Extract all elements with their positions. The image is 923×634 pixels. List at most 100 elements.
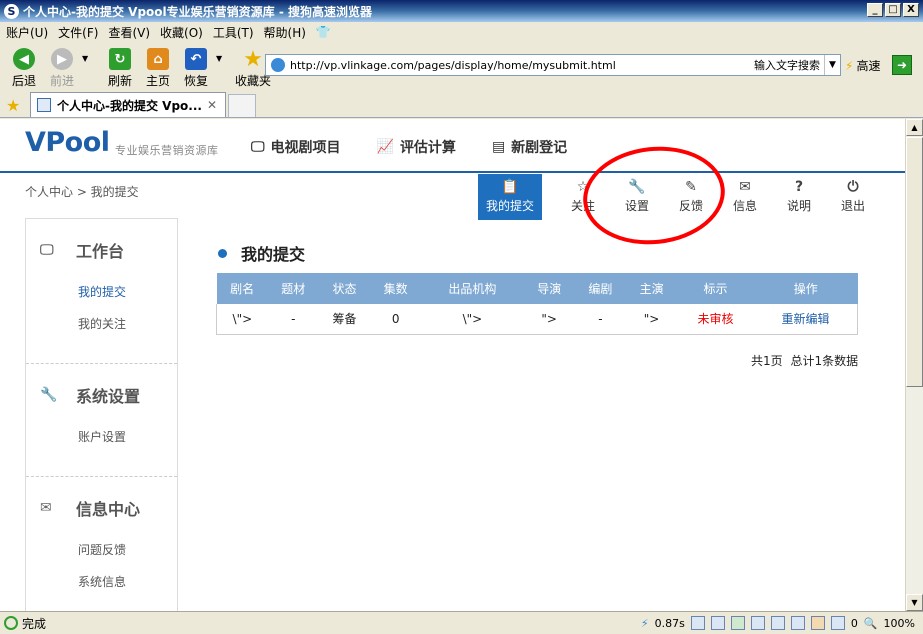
col-header: 出品机构 — [421, 273, 524, 304]
sidebar-group-info: ✉ 信息中心 问题反馈 系统信息 — [26, 477, 177, 611]
star-icon: ★ — [243, 46, 263, 72]
blocked-count: 0 — [850, 616, 858, 630]
status-text: 完成 — [22, 616, 47, 631]
nav-evaluation[interactable]: 📈 评估计算 — [377, 137, 456, 157]
menu-favorites[interactable]: 收藏(O) — [160, 24, 203, 41]
site-logo[interactable]: VPool — [25, 127, 110, 158]
sidebar-item-system-info[interactable]: 系统信息 — [26, 571, 177, 603]
go-button[interactable]: ➜ — [892, 55, 912, 75]
monitor-icon: 🖵 — [251, 139, 265, 155]
cell-genre: - — [267, 304, 319, 335]
edit-icon[interactable] — [690, 616, 705, 630]
user-tab-mysubmit[interactable]: 📋 我的提交 — [478, 174, 542, 220]
window-icon[interactable] — [790, 616, 805, 630]
sidebar-item-mysubmit[interactable]: 我的提交 — [26, 281, 177, 313]
skin-icon[interactable]: 👕 — [316, 25, 331, 39]
home-button[interactable]: ⌂ 主页 — [140, 42, 176, 89]
form-icon: ▤ — [491, 139, 506, 155]
favorites-star-icon[interactable]: ★ — [6, 95, 26, 117]
cell-status: 筹备 — [318, 304, 371, 335]
scroll-thumb[interactable] — [906, 137, 923, 387]
menu-account[interactable]: 账户(U) — [6, 24, 48, 41]
web-page: VPool 专业娱乐营销资源库 🖵 电视剧项目 📈 评估计算 ▤ 新剧登记 个人中心 … — [0, 119, 905, 611]
col-header: 主演 — [625, 273, 678, 304]
undo-icon: ↶ — [185, 48, 207, 70]
screenshot-icon[interactable] — [770, 616, 785, 630]
status-bar: 完成 ⚡ 0.87s 0 🔍 100% — [0, 611, 923, 634]
bullet-dot — [218, 248, 227, 258]
sidebar-item-feedback[interactable]: 问题反馈 — [26, 539, 177, 571]
shield-icon[interactable] — [830, 616, 845, 630]
zoom-icon[interactable]: 🔍 — [864, 617, 878, 630]
back-arrow-icon: ◀ — [13, 48, 35, 70]
submissions-table: 剧名 题材 状态 集数 出品机构 导演 编剧 主演 标示 操作 \"> - 筹备… — [215, 273, 858, 335]
wrench-icon: 🔧 — [40, 387, 58, 403]
eye-icon[interactable] — [810, 616, 825, 630]
site-slogan: 专业娱乐营销资源库 — [115, 144, 219, 157]
forward-button[interactable]: ▶ 前进 — [44, 42, 80, 89]
cell-writer: - — [574, 304, 626, 335]
new-tab-button[interactable] — [228, 94, 256, 117]
user-tab-logout[interactable]: ⏻ 退出 — [826, 174, 880, 220]
restore-dropdown-icon[interactable]: ▼ — [216, 42, 230, 63]
menu-view[interactable]: 查看(V) — [108, 24, 150, 41]
minimize-button[interactable]: _ — [867, 3, 883, 17]
col-header: 标示 — [677, 273, 754, 304]
forward-arrow-icon: ▶ — [51, 48, 73, 70]
col-header: 状态 — [318, 273, 371, 304]
sidebar-item-account-settings[interactable]: 账户设置 — [26, 426, 177, 458]
download-icon[interactable] — [730, 616, 745, 630]
refresh-icon: ↻ — [109, 48, 131, 70]
close-window-button[interactable]: X — [903, 3, 919, 17]
scroll-down-icon[interactable]: ▼ — [906, 594, 923, 611]
menu-file[interactable]: 文件(F) — [58, 24, 98, 41]
table-header-row: 剧名 题材 状态 集数 出品机构 导演 编剧 主演 标示 操作 — [216, 273, 858, 304]
menu-bar: 账户(U) 文件(F) 查看(V) 收藏(O) 工具(T) 帮助(H) 👕 — [0, 22, 923, 42]
mail-icon: ✉ — [40, 500, 52, 516]
sidebar: 🖵 工作台 我的提交 我的关注 🔧 系统设置 账户设置 ✉ 信息中心 问题反馈 系统信… — [25, 218, 178, 611]
menu-tools[interactable]: 工具(T) — [213, 24, 254, 41]
table-row: \"> - 筹备 0 \"> "> - "> 未审核 重新编辑 — [215, 304, 858, 335]
cell-producer: \"> — [421, 304, 524, 335]
address-bar[interactable]: http://vp.vlinkage.com/pages/display/hom… — [265, 54, 841, 76]
cell-title: \"> — [215, 304, 268, 335]
cell-review-status: 未审核 — [677, 304, 754, 335]
tab-mysubmit[interactable]: 个人中心-我的提交 Vpo... ✕ — [30, 92, 226, 117]
cell-episodes: 0 — [370, 304, 422, 335]
monitor-icon: 🖵 — [40, 242, 54, 258]
help-icon: ? — [794, 179, 804, 195]
close-tab-icon[interactable]: ✕ — [207, 98, 217, 112]
col-header: 剧名 — [216, 273, 268, 304]
page-icon — [37, 98, 51, 112]
page-title: 我的提交 — [218, 241, 305, 265]
browser-logo-icon: S — [4, 3, 19, 19]
search-engine-label[interactable]: 输入文字搜索 — [754, 57, 824, 73]
sidebar-item-myfollow[interactable]: 我的关注 — [26, 313, 177, 345]
menu-help[interactable]: 帮助(H) — [264, 24, 306, 41]
page-icon — [271, 58, 285, 72]
header-divider — [0, 171, 905, 173]
nav-new-registration[interactable]: ▤ 新剧登记 — [492, 137, 567, 157]
col-header: 题材 — [267, 273, 319, 304]
zoom-level[interactable]: 100% — [884, 617, 915, 630]
speed-icon[interactable]: ⚡ — [641, 617, 649, 630]
back-button[interactable]: ◀ 后退 — [6, 42, 42, 89]
vertical-scrollbar[interactable]: ▲ ▼ — [905, 119, 923, 611]
col-header: 操作 — [753, 273, 858, 304]
scroll-up-icon[interactable]: ▲ — [906, 119, 923, 136]
user-icon[interactable] — [710, 616, 725, 630]
re-edit-link[interactable]: 重新编辑 — [753, 304, 858, 335]
history-dropdown-icon[interactable]: ▼ — [82, 42, 102, 63]
restore-button[interactable]: ↶ 恢复 — [178, 42, 214, 89]
chevron-down-icon[interactable]: ▼ — [824, 55, 840, 75]
power-icon: ⏻ — [847, 179, 859, 195]
nav-tv-projects[interactable]: 🖵 电视剧项目 — [251, 137, 341, 157]
url-text[interactable]: http://vp.vlinkage.com/pages/display/hom… — [290, 59, 754, 72]
done-check-icon — [4, 616, 18, 630]
user-tab-help[interactable]: ? 说明 — [772, 174, 826, 220]
volume-icon[interactable] — [750, 616, 765, 630]
refresh-button[interactable]: ↻ 刷新 — [102, 42, 138, 89]
speed-mode-button[interactable]: ⚡ 高速 — [845, 57, 880, 74]
user-tab-messages[interactable]: ✉ 信息 — [718, 174, 772, 220]
maximize-button[interactable]: □ — [885, 3, 901, 17]
